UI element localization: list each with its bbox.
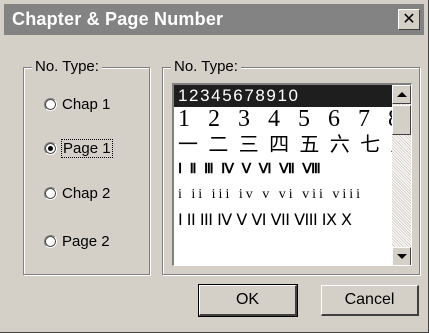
close-icon: ✕ <box>402 9 416 28</box>
list-item[interactable]: 12345678910 <box>174 85 392 107</box>
arrow-up-icon <box>397 92 407 97</box>
title-bar[interactable]: Chapter & Page Number ✕ <box>4 4 424 35</box>
radio-label-chap-1[interactable]: Chap 1 <box>62 96 110 113</box>
scroll-down-button[interactable] <box>392 247 411 265</box>
scroll-thumb[interactable] <box>392 105 411 135</box>
number-format-listbox[interactable]: 12345678910 1 2 3 4 5 6 7 8 一 二 三 四 五 六 … <box>172 83 412 266</box>
radio-button-icon[interactable] <box>44 186 57 200</box>
radio-chap-2[interactable]: Chap 2 <box>44 183 110 203</box>
window-title: Chapter & Page Number <box>12 9 224 29</box>
dialog-window: Chapter & Page Number ✕ No. Type: Chap 1… <box>0 0 429 333</box>
radio-page-1[interactable]: Page 1 <box>44 138 113 158</box>
scroll-up-button[interactable] <box>392 85 411 104</box>
list-item[interactable]: Ⅰ Ⅱ Ⅲ Ⅳ Ⅴ Ⅵ Ⅶ Ⅷ <box>174 157 392 182</box>
ok-button[interactable]: OK <box>198 284 298 317</box>
radio-page-2[interactable]: Page 2 <box>44 231 110 251</box>
radio-label-page-2[interactable]: Page 2 <box>62 233 110 250</box>
format-group-label: No. Type: <box>171 58 241 75</box>
arrow-down-icon <box>397 254 407 259</box>
listbox-items: 12345678910 1 2 3 4 5 6 7 8 一 二 三 四 五 六 … <box>174 85 392 265</box>
number-type-radio-group: No. Type: Chap 1 Page 1 Chap 2 Page 2 <box>23 58 150 275</box>
close-button[interactable]: ✕ <box>398 9 420 30</box>
radio-button-icon[interactable] <box>44 97 57 111</box>
list-item[interactable]: 1 2 3 4 5 6 7 8 <box>174 107 392 132</box>
radio-group-label: No. Type: <box>32 58 102 75</box>
list-item[interactable]: i ii iii iv v vi vii viii <box>174 182 392 207</box>
radio-label-page-1[interactable]: Page 1 <box>61 138 113 158</box>
radio-button-icon[interactable] <box>44 141 57 155</box>
cancel-button[interactable]: Cancel <box>321 285 419 316</box>
number-format-group: No. Type: 12345678910 1 2 3 4 5 6 7 8 一 … <box>162 58 420 275</box>
radio-button-icon[interactable] <box>44 234 57 248</box>
list-item[interactable]: I II III IV V VI VII VIII IX X <box>174 207 392 232</box>
list-item[interactable]: 一 二 三 四 五 六 七 八 <box>174 132 392 157</box>
vertical-scrollbar[interactable] <box>392 85 411 265</box>
radio-chap-1[interactable]: Chap 1 <box>44 94 110 114</box>
radio-label-chap-2[interactable]: Chap 2 <box>62 185 110 202</box>
